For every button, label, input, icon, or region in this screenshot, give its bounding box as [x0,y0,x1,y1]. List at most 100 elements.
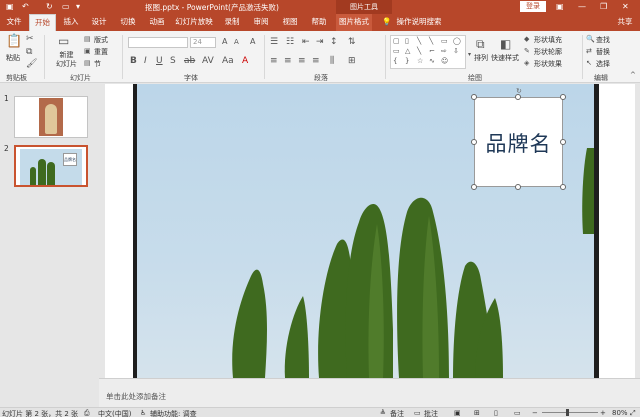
shape-outline-button[interactable]: 形状轮廓 [534,47,562,57]
share-button[interactable]: 共享 [612,14,638,31]
replace-button[interactable]: 替换 [596,47,610,57]
align-right-icon[interactable]: ≡ [298,56,306,66]
brace-icon[interactable]: { [393,57,397,65]
new-slide-icon[interactable]: ▭ [58,34,69,48]
tell-me-search[interactable]: 操作说明搜索 [396,14,442,31]
triangle-icon[interactable]: △ [405,47,410,55]
line-icon[interactable]: ╲ [429,37,433,45]
zoom-slider[interactable] [542,412,598,413]
resize-handle[interactable] [515,94,521,100]
decrease-font-icon[interactable]: A [234,38,239,46]
bold-icon[interactable]: B [130,56,137,66]
increase-font-icon[interactable]: A [222,37,227,46]
login-button[interactable]: 登录 [520,1,546,12]
justify-icon[interactable]: ≡ [312,56,320,66]
smartart-icon[interactable]: ⊞ [348,56,356,66]
find-button[interactable]: 查找 [596,35,610,45]
tab-home[interactable]: 开始 [29,14,56,31]
slide-sorter-icon[interactable]: ⊞ [474,409,480,417]
resize-handle[interactable] [515,184,521,190]
resize-handle[interactable] [560,94,566,100]
tab-insert[interactable]: 插入 [59,14,83,31]
arrow-down-icon[interactable]: ⇩ [453,47,459,55]
reset-button[interactable]: 重置 [94,47,108,57]
customize-quick-access-icon[interactable]: ▾ [76,2,80,11]
tab-help[interactable]: 帮助 [307,14,331,31]
save-icon[interactable]: ▣ [6,2,14,11]
slideshow-view-icon[interactable]: ▭ [514,409,521,417]
notes-pane[interactable]: 单击此处添加备注 [99,378,640,407]
italic-icon[interactable]: I [144,56,147,66]
increase-indent-icon[interactable]: ⇥ [316,37,324,47]
spacing-icon[interactable]: AV [202,56,214,66]
arrow-right-icon[interactable]: ⇨ [441,47,447,55]
gallery-more-icon[interactable]: ▾ [468,51,471,58]
smile-icon[interactable]: ☺ [441,57,448,65]
star-icon[interactable]: ☆ [417,57,423,65]
zoom-in-icon[interactable]: + [600,409,606,417]
arrange-button[interactable]: 排列 [474,53,488,63]
brand-text-box[interactable]: 品牌名 [474,97,563,187]
tab-transitions[interactable]: 切换 [116,14,140,31]
strikethrough-icon[interactable]: ab [184,56,195,66]
cut-icon[interactable]: ✂ [26,34,34,44]
resize-handle[interactable] [471,184,477,190]
shapes-gallery[interactable]: ▢ ▯ ╲ ╲ ▭ ◯ ▭ △ ╲ ⌐ ⇨ ⇩ { } ☆ ∿ ☺ [390,35,466,69]
font-family-combo[interactable] [128,37,188,48]
tab-view[interactable]: 视图 [278,14,302,31]
tab-picture-format[interactable]: 图片格式 [336,14,372,31]
shape-effects-button[interactable]: 形状效果 [534,59,562,69]
language-indicator[interactable]: 中文(中国) [98,409,131,417]
resize-handle[interactable] [560,139,566,145]
select-button[interactable]: 选择 [596,59,610,69]
line-icon[interactable]: ╲ [417,37,421,45]
spellcheck-icon[interactable]: ⎙ [84,409,90,417]
zoom-slider-thumb[interactable] [566,409,569,416]
line-spacing-icon[interactable]: ↕ [330,37,338,47]
text-direction-icon[interactable]: ⇅ [348,37,356,47]
tab-record[interactable]: 录制 [220,14,244,31]
quick-styles-icon[interactable]: ◧ [500,37,511,51]
font-size-combo[interactable]: 24 [190,37,216,48]
normal-view-icon[interactable]: ▣ [454,409,461,417]
quick-styles-button[interactable]: 快速样式 [491,53,519,63]
font-color-icon[interactable]: A [242,56,248,66]
tab-file[interactable]: 文件 [2,14,26,31]
decrease-indent-icon[interactable]: ⇤ [302,37,310,47]
undo-icon[interactable]: ↶ [22,2,29,11]
rectangle-icon[interactable]: ▭ [441,37,448,45]
underline-icon[interactable]: U [156,56,163,66]
close-icon[interactable]: ✕ [622,2,629,11]
slideshow-icon[interactable]: ▭ [62,2,70,11]
collapse-ribbon-icon[interactable]: ^ [630,71,636,79]
section-button[interactable]: 节 [94,59,101,69]
redo-icon[interactable]: ↻ [46,2,53,11]
accessibility-status[interactable]: 辅助功能: 调查 [150,409,197,417]
slide-thumbnail-1[interactable] [14,96,88,138]
bullets-icon[interactable]: ☰ [270,37,278,47]
accessibility-icon[interactable]: ♿ [140,409,146,417]
shadow-icon[interactable]: S [170,56,176,66]
align-center-icon[interactable]: ≡ [284,56,292,66]
numbering-icon[interactable]: ☷ [286,37,294,47]
format-painter-icon[interactable]: 🖌 [26,59,37,69]
resize-handle[interactable] [560,184,566,190]
arrange-icon[interactable]: ⧉ [476,37,485,52]
elbow-icon[interactable]: ⌐ [429,47,435,55]
reading-view-icon[interactable]: ▯ [494,409,498,417]
tab-animations[interactable]: 动画 [145,14,169,31]
textbox-icon[interactable]: ▢ [393,37,400,45]
minimize-icon[interactable]: — [578,2,586,11]
restore-icon[interactable]: ❐ [600,2,607,11]
brand-text[interactable]: 品牌名 [475,128,562,158]
resize-handle[interactable] [471,139,477,145]
tab-design[interactable]: 设计 [87,14,111,31]
new-slide-button[interactable]: 新建 幻灯片 [56,51,77,69]
zoom-out-icon[interactable]: − [532,409,538,417]
paste-button[interactable]: 粘贴 [6,53,20,63]
fit-slide-icon[interactable]: ⤢ [630,409,636,417]
resize-handle[interactable] [471,94,477,100]
tab-review[interactable]: 审阅 [249,14,273,31]
clear-format-icon[interactable]: A [250,37,255,46]
notes-toggle[interactable]: 备注 [390,409,404,417]
